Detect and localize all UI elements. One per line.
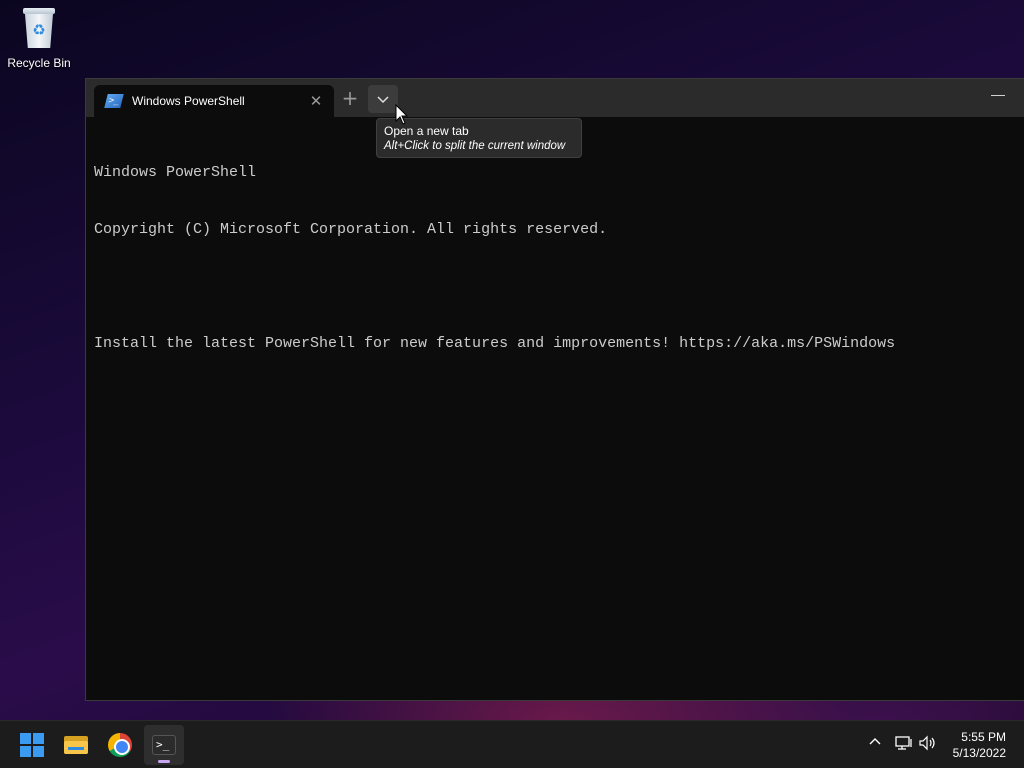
recycle-bin-shortcut[interactable]: ♻ Recycle Bin — [4, 6, 74, 70]
powershell-icon: >_ — [104, 94, 124, 108]
clock-time: 5:55 PM — [961, 730, 1006, 744]
start-icon — [20, 733, 44, 757]
chrome-button[interactable] — [100, 725, 140, 765]
console-line: Copyright (C) Microsoft Corporation. All… — [94, 221, 608, 238]
taskbar: >_ 5:55 PM 5/13/2022 — [0, 720, 1024, 768]
recycle-bin-icon: ♻ — [21, 6, 57, 50]
chevron-down-icon — [377, 96, 389, 104]
recycle-bin-label: Recycle Bin — [7, 56, 71, 70]
start-button[interactable] — [12, 725, 52, 765]
console-line: Windows PowerShell — [94, 164, 257, 181]
title-bar: >_ Windows PowerShell ✕ + — — [86, 79, 1024, 117]
terminal-icon: >_ — [152, 735, 176, 755]
tab-title: Windows PowerShell — [132, 94, 245, 108]
tooltip-hint: Alt+Click to split the current window — [384, 140, 566, 152]
console-output[interactable]: Windows PowerShell Copyright (C) Microso… — [94, 125, 1016, 391]
file-explorer-icon — [64, 736, 88, 754]
console-line: ​ — [94, 277, 1016, 296]
system-clock[interactable]: 5:55 PM 5/13/2022 — [953, 729, 1006, 761]
mouse-cursor-icon — [395, 104, 409, 125]
clock-date: 5/13/2022 — [952, 746, 1006, 760]
new-tab-button[interactable]: + — [338, 87, 362, 111]
volume-icon[interactable] — [918, 735, 938, 755]
new-tab-dropdown-button[interactable] — [368, 85, 398, 113]
tooltip-title: Open a new tab — [384, 124, 469, 138]
tab-windows-powershell[interactable]: >_ Windows PowerShell ✕ — [94, 85, 334, 117]
terminal-window: >_ Windows PowerShell ✕ + — Windows Powe… — [85, 78, 1024, 701]
network-icon[interactable] — [894, 735, 914, 755]
chrome-icon — [108, 733, 132, 757]
close-tab-button[interactable]: ✕ — [306, 91, 326, 111]
minimize-button[interactable]: — — [986, 85, 1010, 107]
terminal-taskbar-button[interactable]: >_ — [144, 725, 184, 765]
active-indicator — [158, 760, 170, 763]
chevron-up-icon[interactable] — [868, 735, 882, 753]
file-explorer-button[interactable] — [56, 725, 96, 765]
console-line: Install the latest PowerShell for new fe… — [94, 335, 896, 352]
